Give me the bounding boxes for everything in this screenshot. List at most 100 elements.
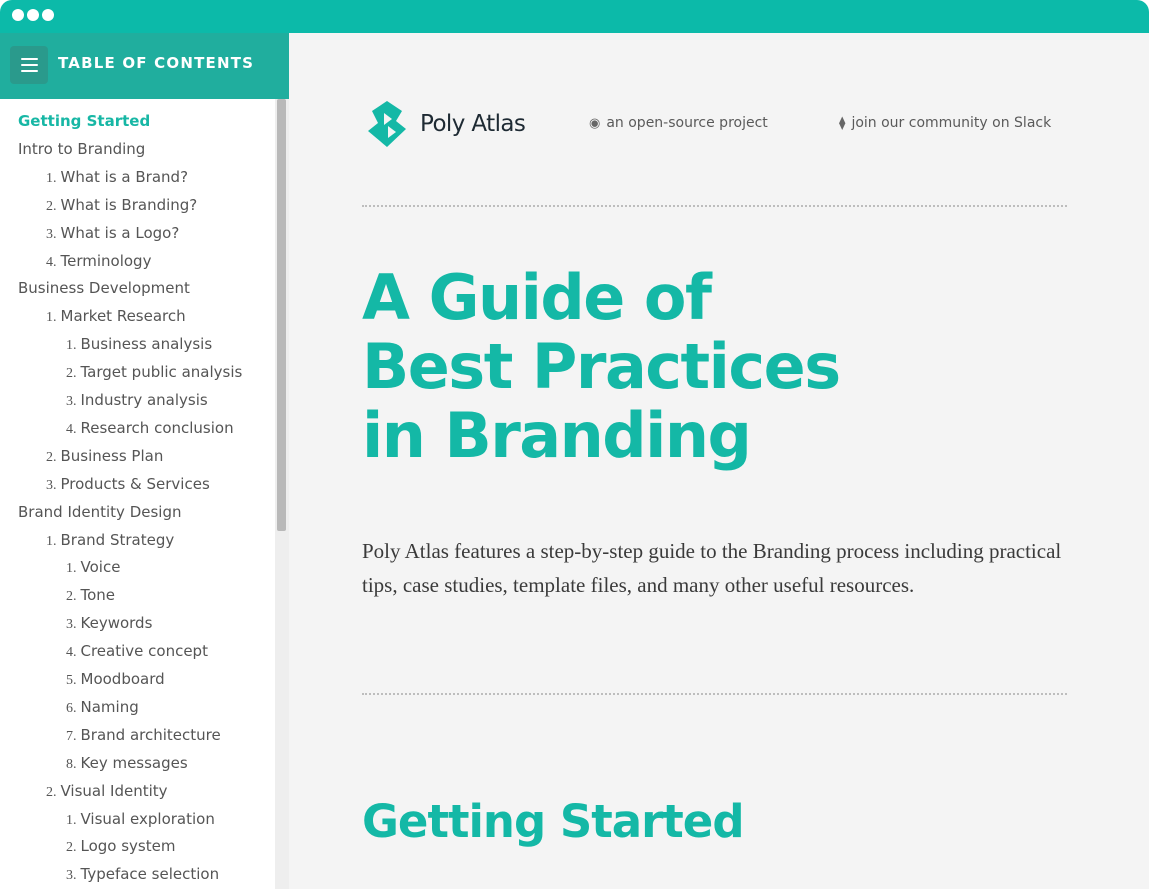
toc-item-label: Terminology (60, 252, 152, 270)
open-source-label: an open-source project (606, 115, 768, 131)
toc-item-label: Visual exploration (80, 810, 215, 828)
slack-icon: ⧫ (839, 115, 846, 131)
sidebar: TABLE OF CONTENTS Getting Started Intro t… (0, 33, 289, 889)
toc-item-number: 7. (66, 729, 77, 744)
toc-item[interactable]: 1. Business analysis (66, 335, 212, 357)
toc-item-label: Target public analysis (80, 363, 243, 381)
toc-item-number: 2. (46, 199, 57, 214)
toc-item[interactable]: 8. Key messages (66, 754, 188, 776)
toc-item-number: 3. (66, 617, 77, 632)
toc-item-number: 3. (66, 868, 77, 883)
toc-item-label: Creative concept (80, 642, 208, 660)
app-window: TABLE OF CONTENTS Getting Started Intro t… (0, 0, 1149, 889)
toc-item-number: 3. (46, 478, 57, 493)
intro-paragraph: Poly Atlas features a step-by-step guide… (362, 539, 1062, 597)
scrollbar-thumb[interactable] (277, 99, 286, 531)
toc-item-label: Brand Strategy (60, 531, 175, 549)
toc-item[interactable]: 4. Research conclusion (66, 419, 234, 441)
toc-item[interactable]: 1. What is a Brand? (46, 168, 188, 190)
brand-logo[interactable]: Poly Atlas (362, 99, 526, 149)
toc-item-number: 1. (66, 338, 77, 353)
toc-item-label: What is a Logo? (60, 224, 180, 242)
window-dot-maximize[interactable] (42, 9, 54, 21)
toc-item[interactable]: 1. Voice (66, 558, 120, 580)
toc-header: TABLE OF CONTENTS (0, 33, 289, 99)
toc-item[interactable]: 2. Visual Identity (46, 782, 168, 804)
toc-item-label: Brand architecture (80, 726, 221, 744)
divider (362, 205, 1067, 207)
hamburger-menu-icon[interactable] (10, 46, 48, 84)
toc-item-number: 1. (66, 813, 77, 828)
toc-item[interactable]: 2. What is Branding? (46, 196, 197, 218)
section-title: Getting Started (362, 795, 745, 848)
slack-community-link[interactable]: ⧫ join our community on Slack (839, 115, 1051, 131)
toc-item-label: Naming (80, 698, 139, 716)
toc-item-label: Business Plan (60, 447, 164, 465)
toc-item-number: 1. (46, 171, 57, 186)
toc-item[interactable]: 1. Brand Strategy (46, 531, 174, 553)
toc-item-number: 1. (66, 561, 77, 576)
window-dot-minimize[interactable] (27, 9, 39, 21)
toc-item[interactable]: 4. Terminology (46, 252, 151, 274)
toc-item-label: Typeface selection (80, 865, 220, 883)
toc-item-number: 6. (66, 701, 77, 716)
toc-item-label: Products & Services (60, 475, 210, 493)
toc-item[interactable]: 2. Tone (66, 586, 115, 608)
toc-item[interactable]: 5. Moodboard (66, 670, 165, 692)
toc-item-label: Business analysis (80, 335, 213, 353)
brand-name: Poly Atlas (420, 111, 526, 137)
toc-item[interactable]: Getting Started (18, 112, 150, 134)
page-title-line: A Guide of (362, 261, 712, 334)
toc-item-number: 5. (66, 673, 77, 688)
toc-item-label: Key messages (80, 754, 188, 772)
toc-item[interactable]: 3. Products & Services (46, 475, 210, 497)
toc-item[interactable]: 2. Target public analysis (66, 363, 242, 385)
window-controls (12, 9, 54, 21)
title-bar (0, 0, 1149, 33)
main-content: Poly Atlas ◉ an open-source project ⧫ jo… (289, 33, 1149, 889)
window-dot-close[interactable] (12, 9, 24, 21)
page-title-line: Best Practices (362, 330, 841, 403)
toc-item-number: 2. (66, 840, 77, 855)
toc-item[interactable]: 3. Industry analysis (66, 391, 208, 413)
toc-item[interactable]: Intro to Branding (18, 140, 145, 162)
toc-item-number: 2. (66, 366, 77, 381)
toc-item-number: 2. (66, 589, 77, 604)
toc-item-number: 2. (46, 785, 57, 800)
toc-item-label: Intro to Branding (18, 140, 146, 158)
toc-item-label: Tone (80, 586, 116, 604)
toc-item-number: 2. (46, 450, 57, 465)
toc-item[interactable]: 3. Typeface selection (66, 865, 219, 887)
toc-item[interactable]: 2. Business Plan (46, 447, 163, 469)
toc-item-label: Industry analysis (80, 391, 208, 409)
toc-item-label: Brand Identity Design (18, 503, 182, 521)
toc-item[interactable]: 6. Naming (66, 698, 139, 720)
page-title-line: in Branding (362, 399, 752, 472)
toc-item[interactable]: Business Development (18, 279, 190, 301)
toc-item-number: 1. (46, 310, 57, 325)
toc-list: Getting Started Intro to Branding 1. What i… (0, 99, 275, 889)
toc-item[interactable]: 2. Logo system (66, 837, 175, 859)
toc-item-number: 1. (46, 534, 57, 549)
toc-item[interactable]: 4. Creative concept (66, 642, 208, 664)
toc-item[interactable]: 3. What is a Logo? (46, 224, 179, 246)
divider (362, 693, 1067, 695)
page-title: A Guide of Best Practices in Branding (362, 263, 1062, 470)
toc-item-label: Business Development (18, 279, 190, 297)
toc-item-label: Moodboard (80, 670, 165, 688)
open-source-link[interactable]: ◉ an open-source project (589, 115, 768, 131)
toc-item-number: 3. (46, 227, 57, 242)
toc-item-number: 4. (46, 255, 57, 270)
toc-item[interactable]: Brand Identity Design (18, 503, 182, 525)
toc-item-label: Visual Identity (60, 782, 168, 800)
toc-item[interactable]: 1. Market Research (46, 307, 186, 329)
toc-item-label: Logo system (80, 837, 176, 855)
toc-item-number: 4. (66, 645, 77, 660)
toc-item[interactable]: 3. Keywords (66, 614, 152, 636)
github-icon: ◉ (589, 115, 601, 131)
toc-item-label: Getting Started (18, 112, 151, 130)
toc-item-label: Market Research (60, 307, 186, 325)
toc-item[interactable]: 7. Brand architecture (66, 726, 221, 748)
slack-community-label: join our community on Slack (851, 115, 1052, 131)
toc-item[interactable]: 1. Visual exploration (66, 810, 215, 832)
